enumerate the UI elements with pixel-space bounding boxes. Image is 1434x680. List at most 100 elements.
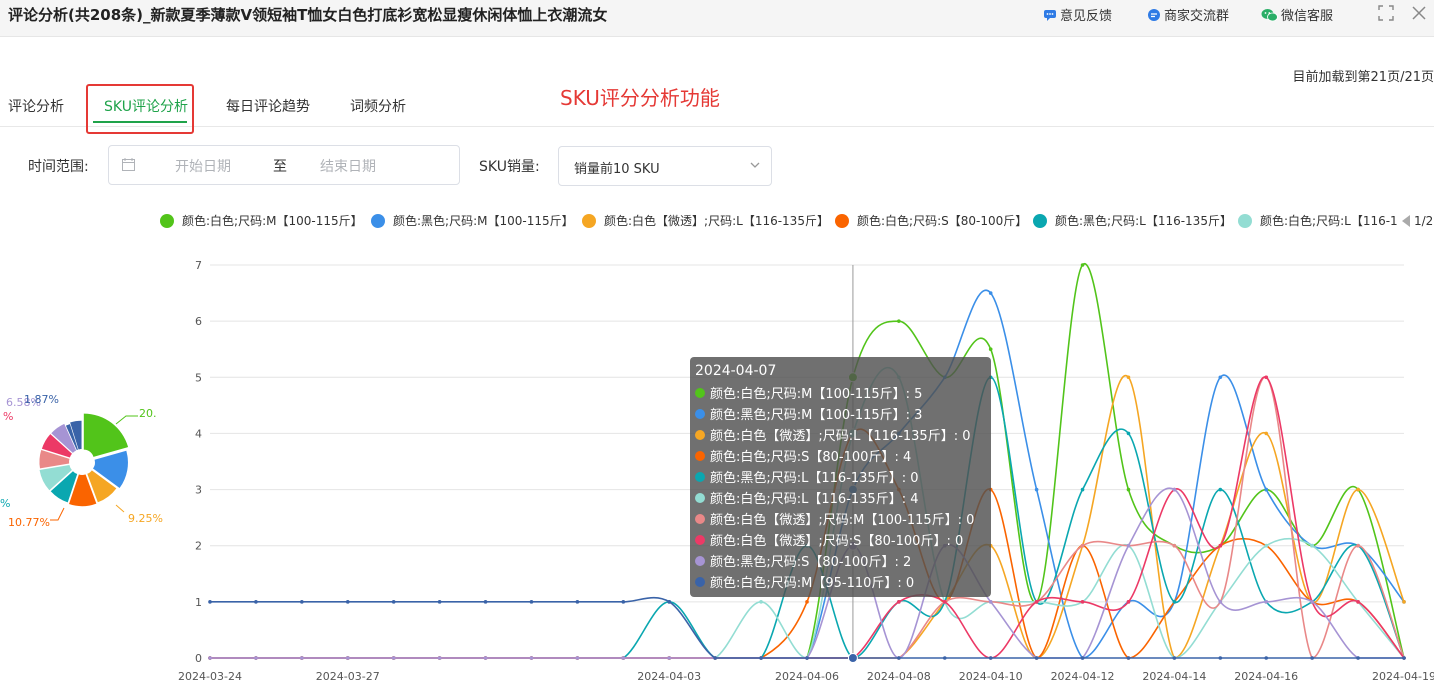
data-point[interactable] — [1402, 656, 1406, 660]
data-point[interactable] — [988, 291, 993, 295]
data-point[interactable] — [1080, 263, 1085, 267]
data-point[interactable] — [805, 600, 809, 604]
data-point[interactable] — [1172, 656, 1177, 660]
data-point[interactable] — [1080, 543, 1085, 548]
tab-comment-analysis[interactable]: 评论分析 — [8, 96, 64, 116]
start-date-input[interactable]: 开始日期 — [175, 156, 231, 176]
data-point[interactable] — [1264, 543, 1269, 548]
data-point[interactable] — [1126, 543, 1131, 548]
data-point[interactable] — [667, 656, 672, 660]
data-point[interactable] — [300, 600, 304, 604]
data-point[interactable] — [897, 600, 901, 604]
data-point[interactable] — [1356, 487, 1360, 492]
data-point[interactable] — [483, 600, 488, 604]
data-point[interactable] — [1264, 375, 1269, 380]
end-date-input[interactable]: 结束日期 — [320, 156, 376, 176]
merchant-group-link[interactable]: 商家交流群 — [1147, 5, 1229, 24]
data-point[interactable] — [529, 600, 534, 604]
data-point[interactable] — [1310, 543, 1314, 548]
data-point[interactable] — [1218, 375, 1223, 380]
data-point[interactable] — [391, 600, 396, 604]
data-point[interactable] — [1080, 487, 1085, 492]
tooltip-row: 颜色:白色【微透】;尺码:S【80-100斤】: 0 — [695, 529, 991, 550]
data-point[interactable] — [759, 600, 763, 604]
data-point[interactable] — [1034, 600, 1039, 604]
data-point[interactable] — [1172, 543, 1177, 548]
legend-item[interactable]: 颜色:白色【微透】;尺码:L【116-135斤】 — [582, 212, 829, 229]
data-point[interactable] — [1402, 600, 1406, 604]
data-point[interactable] — [897, 319, 901, 323]
data-point[interactable] — [1264, 656, 1269, 660]
data-point[interactable] — [1172, 487, 1177, 492]
data-point[interactable] — [529, 656, 534, 660]
data-point[interactable] — [345, 600, 350, 604]
data-point[interactable] — [1264, 600, 1269, 604]
data-point[interactable] — [437, 600, 442, 604]
data-point[interactable] — [1310, 656, 1314, 660]
date-range-picker[interactable]: 开始日期 至 结束日期 — [108, 145, 460, 185]
feedback-link[interactable]: 意见反馈 — [1043, 5, 1112, 24]
wechat-service-link[interactable]: 微信客服 — [1261, 5, 1333, 24]
fullscreen-icon[interactable] — [1376, 3, 1396, 23]
data-point[interactable] — [1310, 600, 1314, 604]
data-point[interactable] — [942, 656, 947, 660]
legend-swatch — [582, 213, 596, 228]
data-point[interactable] — [1356, 600, 1360, 604]
data-point[interactable] — [988, 600, 993, 604]
legend-item[interactable]: 颜色:白色;尺码:S【80-100斤】 — [835, 212, 1027, 229]
data-point[interactable] — [1218, 656, 1223, 660]
data-point[interactable] — [621, 600, 626, 604]
data-point[interactable] — [1126, 600, 1131, 604]
data-point[interactable] — [1034, 487, 1039, 492]
data-point[interactable] — [667, 600, 672, 604]
data-point[interactable] — [1034, 656, 1039, 660]
data-point[interactable] — [988, 656, 993, 660]
data-point[interactable] — [437, 656, 442, 660]
data-point[interactable] — [1218, 487, 1223, 492]
data-point[interactable] — [713, 656, 717, 660]
data-point[interactable] — [805, 656, 809, 660]
date-separator: 至 — [273, 159, 287, 175]
data-point[interactable] — [1126, 375, 1131, 380]
legend-item[interactable]: 颜色:黑色;尺码:L【116-135斤】 — [1033, 212, 1232, 229]
data-point[interactable] — [759, 656, 763, 660]
data-point[interactable] — [988, 347, 993, 352]
data-point[interactable] — [1126, 431, 1131, 436]
tab-word-frequency[interactable]: 词频分析 — [350, 96, 406, 116]
legend-item[interactable]: 颜色:白色;尺码:M【100-115斤】 — [160, 212, 363, 229]
data-point[interactable] — [1356, 656, 1360, 660]
legend-item[interactable]: 颜色:白色;尺码:L【116-1 — [1238, 212, 1398, 229]
data-point[interactable] — [345, 656, 350, 660]
data-point[interactable] — [254, 600, 258, 604]
data-point[interactable] — [208, 656, 212, 660]
data-point[interactable] — [1126, 656, 1131, 660]
data-point[interactable] — [1172, 600, 1177, 604]
data-point[interactable] — [942, 600, 947, 604]
tab-daily-comment-trend[interactable]: 每日评论趋势 — [226, 96, 310, 116]
data-point[interactable] — [1080, 600, 1085, 604]
data-point[interactable] — [1218, 600, 1223, 604]
data-point[interactable] — [1218, 543, 1223, 548]
data-point[interactable] — [483, 656, 488, 660]
data-point[interactable] — [1126, 487, 1131, 492]
data-point[interactable] — [1080, 656, 1085, 660]
y-tick-label: 0 — [195, 652, 202, 665]
data-point[interactable] — [391, 656, 396, 660]
data-point[interactable] — [897, 656, 901, 660]
legend-item[interactable]: 颜色:黑色;尺码:M【100-115斤】 — [371, 212, 574, 229]
data-point[interactable] — [1264, 487, 1269, 492]
data-point[interactable] — [300, 656, 304, 660]
sku-sales-select[interactable]: 销量前10 SKU — [558, 146, 772, 186]
data-point[interactable] — [621, 656, 626, 660]
tooltip-series-dot — [695, 471, 705, 482]
data-point[interactable] — [575, 600, 580, 604]
data-point[interactable] — [1356, 543, 1360, 548]
legend-pager[interactable]: 1/2 — [1402, 214, 1433, 228]
triangle-left-icon[interactable] — [1402, 215, 1411, 227]
data-point[interactable] — [847, 653, 858, 663]
close-icon[interactable] — [1409, 3, 1429, 23]
data-point[interactable] — [575, 656, 580, 660]
data-point[interactable] — [254, 656, 258, 660]
data-point[interactable] — [208, 600, 212, 604]
data-point[interactable] — [1264, 431, 1269, 436]
